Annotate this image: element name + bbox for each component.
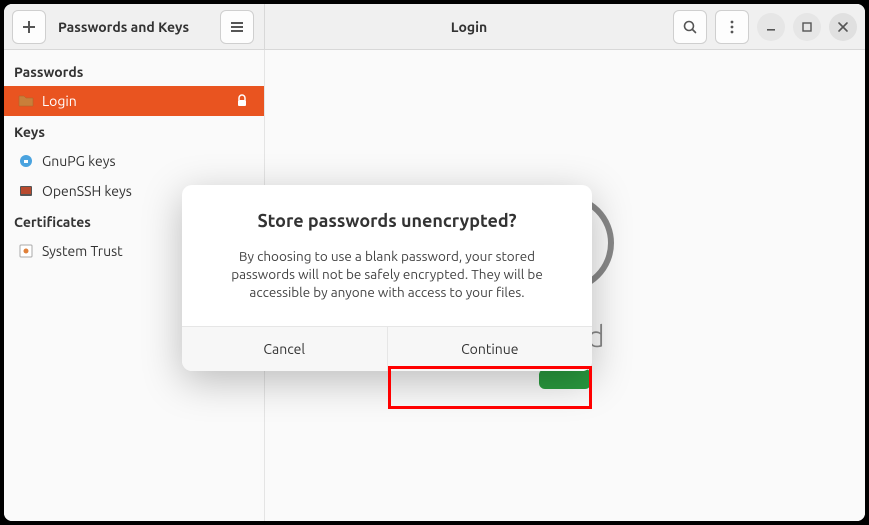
- dialog-actions: Cancel Continue: [182, 326, 592, 371]
- dialog-body: Store passwords unencrypted? By choosing…: [182, 185, 592, 326]
- dialog: Store passwords unencrypted? By choosing…: [182, 185, 592, 371]
- cancel-button[interactable]: Cancel: [182, 327, 388, 371]
- dialog-overlay: Store passwords unencrypted? By choosing…: [0, 0, 869, 525]
- dialog-message: By choosing to use a blank password, you…: [210, 247, 564, 302]
- dialog-title: Store passwords unencrypted?: [210, 211, 564, 231]
- continue-button[interactable]: Continue: [388, 327, 593, 371]
